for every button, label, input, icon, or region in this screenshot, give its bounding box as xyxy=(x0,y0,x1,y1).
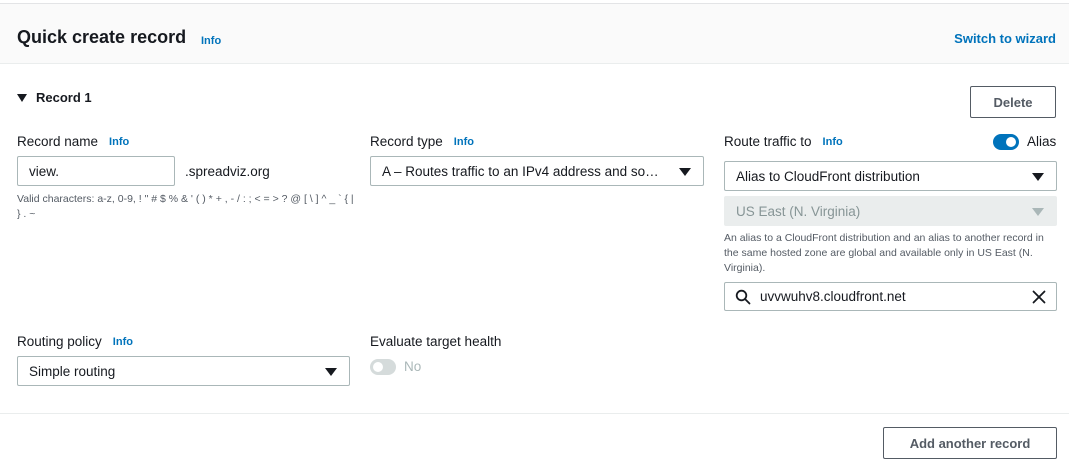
caret-down-icon xyxy=(17,93,27,102)
page-title: Quick create record xyxy=(17,27,187,47)
close-icon[interactable] xyxy=(1032,290,1046,304)
record-expander[interactable]: Record 1 xyxy=(17,90,92,105)
routing-policy-label: Routing policy xyxy=(17,334,102,349)
routing-policy-select[interactable]: Simple routing xyxy=(17,356,350,386)
evaluate-health-toggle xyxy=(370,359,396,375)
route-traffic-info-link[interactable]: Info xyxy=(823,136,843,148)
toggle-knob xyxy=(373,362,383,372)
record-type-label: Record type xyxy=(370,134,443,149)
record-name-value: view. xyxy=(29,163,60,179)
divider xyxy=(0,413,1069,414)
route-traffic-label: Route traffic to xyxy=(724,134,812,149)
routing-policy-value: Simple routing xyxy=(29,363,116,379)
route-traffic-label-group: Route traffic to Info xyxy=(724,134,843,149)
routing-policy-info-link[interactable]: Info xyxy=(113,336,133,348)
search-icon xyxy=(735,289,751,305)
quick-create-record-panel: Quick create record Info Switch to wizar… xyxy=(0,0,1069,468)
evaluate-health-label-group: Evaluate target health xyxy=(370,334,501,349)
add-another-record-button[interactable]: Add another record xyxy=(883,427,1057,459)
region-value: US East (N. Virginia) xyxy=(736,203,861,219)
record-name-label: Record name xyxy=(17,134,99,149)
evaluate-health-label: Evaluate target health xyxy=(370,334,502,349)
route-target-value: Alias to CloudFront distribution xyxy=(736,168,920,184)
record-type-label-group: Record type Info xyxy=(370,134,474,149)
record-name-info-link[interactable]: Info xyxy=(109,136,129,148)
delete-button[interactable]: Delete xyxy=(970,86,1056,118)
panel-header: Quick create record Info Switch to wizar… xyxy=(0,4,1069,64)
record-type-value: A – Routes traffic to an IPv4 address an… xyxy=(382,163,659,179)
title-info-link[interactable]: Info xyxy=(201,35,221,47)
evaluate-health-value: No xyxy=(404,359,422,374)
record-title: Record 1 xyxy=(36,90,92,105)
caret-down-icon xyxy=(679,168,691,176)
record-type-info-link[interactable]: Info xyxy=(454,136,474,148)
search-value: uvvwuhv8.cloudfront.net xyxy=(760,289,906,304)
switch-to-wizard-link[interactable]: Switch to wizard xyxy=(954,31,1056,46)
alias-hint: An alias to a CloudFront distribution an… xyxy=(724,232,1044,274)
record-name-input[interactable]: view. xyxy=(17,156,175,186)
region-select: US East (N. Virginia) xyxy=(724,196,1057,226)
alias-toggle[interactable] xyxy=(993,134,1019,150)
cloudfront-search-input[interactable]: uvvwuhv8.cloudfront.net xyxy=(724,282,1057,311)
route-target-select[interactable]: Alias to CloudFront distribution xyxy=(724,161,1057,191)
routing-policy-label-group: Routing policy Info xyxy=(17,334,133,349)
caret-down-icon xyxy=(1032,208,1044,216)
record-name-label-group: Record name Info xyxy=(17,134,129,149)
caret-down-icon xyxy=(325,368,337,376)
toggle-knob xyxy=(1006,137,1016,147)
record-type-select[interactable]: A – Routes traffic to an IPv4 address an… xyxy=(370,156,704,186)
domain-suffix: .spreadviz.org xyxy=(185,164,270,179)
alias-label: Alias xyxy=(1027,134,1057,149)
record-name-hint: Valid characters: a-z, 0-9, ! " # $ % & … xyxy=(17,193,354,220)
caret-down-icon xyxy=(1032,173,1044,181)
